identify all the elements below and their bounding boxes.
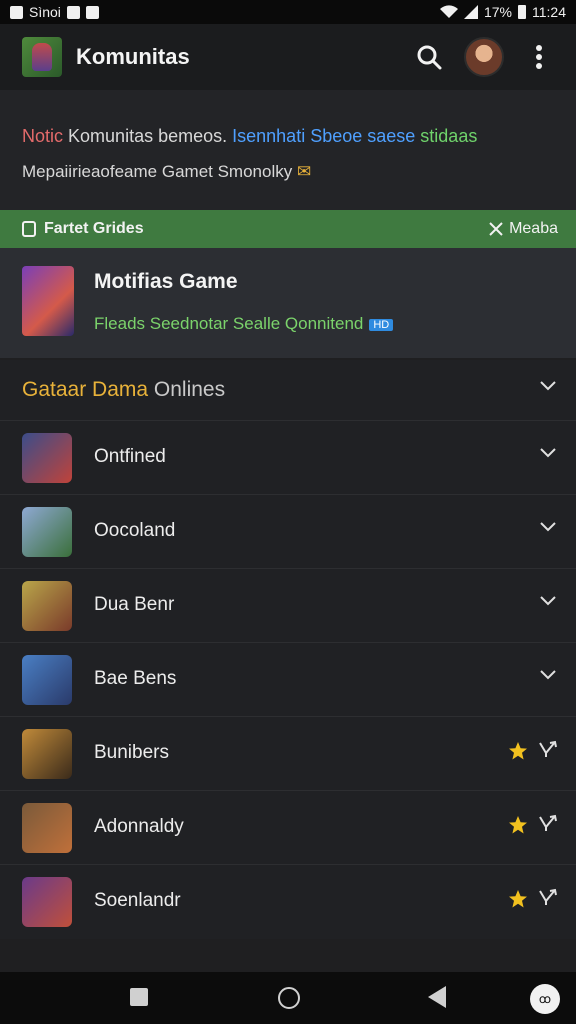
- notice-tag: stidaas: [420, 126, 478, 146]
- more-menu-button[interactable]: [522, 40, 556, 74]
- close-icon: [489, 222, 503, 236]
- game-icon: [22, 655, 72, 705]
- list-item-label: Soenlandr: [94, 890, 181, 911]
- share-icon[interactable]: [538, 739, 558, 759]
- chevron-down-icon[interactable]: [538, 443, 558, 463]
- list-item[interactable]: Oocoland: [0, 494, 576, 569]
- notice-prefix: Notic: [22, 126, 64, 146]
- chevron-down-icon[interactable]: [538, 517, 558, 537]
- section-header[interactable]: Gataar Dama Onlines: [0, 360, 576, 420]
- clock: 11:24: [532, 4, 566, 20]
- recent-apps-button[interactable]: [130, 988, 148, 1006]
- chevron-down-icon[interactable]: [538, 591, 558, 611]
- status-bar: Sìnoi 17% 11:24: [0, 0, 576, 24]
- notice-link[interactable]: Isennhati Sbeoe saese: [232, 126, 415, 146]
- chevron-down-icon[interactable]: [538, 665, 558, 685]
- community-notice: Notic Komunitas bemeos. Isennhati Sbeoe …: [0, 90, 576, 210]
- featured-game-title: Motifias Game: [94, 270, 238, 293]
- app-bar: Komunitas: [0, 24, 576, 90]
- list-item[interactable]: Adonnaldy: [0, 790, 576, 865]
- guides-bar[interactable]: Fartet Grides Meaba: [0, 210, 576, 248]
- emoji-icon: ✉: [296, 162, 312, 181]
- list-item-label: Dua Benr: [94, 594, 175, 615]
- signal-icon: [463, 5, 478, 19]
- list-item-label: Bunibers: [94, 742, 169, 763]
- game-icon: [22, 507, 72, 557]
- wifi-icon: [439, 5, 458, 19]
- carrier-text: Sìnoi: [29, 4, 61, 20]
- search-button[interactable]: [412, 40, 446, 74]
- section-title-main: Gataar Dama: [22, 378, 149, 401]
- bookmark-icon: [22, 221, 36, 237]
- list-item[interactable]: Bunibers: [0, 716, 576, 791]
- guides-label: Fartet Grides: [44, 220, 144, 237]
- featured-game-badge: HD: [369, 318, 394, 331]
- notice-line-2-text: Mepaiirieaofeame Gamet Smonolky: [22, 162, 293, 181]
- page-title: Komunitas: [76, 44, 190, 69]
- chevron-down-icon[interactable]: [538, 376, 558, 396]
- assistant-bubble[interactable]: ꝏ: [530, 984, 560, 1014]
- list-item[interactable]: Bae Bens: [0, 642, 576, 717]
- section-title: Gataar Dama Onlines: [22, 378, 225, 402]
- game-icon: [22, 433, 72, 483]
- section-title-sub: Onlines: [153, 378, 226, 401]
- back-button[interactable]: [428, 986, 446, 1008]
- guides-action-label[interactable]: Meaba: [509, 220, 558, 238]
- featured-game-thumbnail: [22, 266, 74, 336]
- star-icon[interactable]: [508, 889, 528, 909]
- list-item[interactable]: Soenlandr: [0, 864, 576, 939]
- more-vert-icon: [536, 45, 542, 69]
- star-icon[interactable]: [508, 741, 528, 761]
- app-logo[interactable]: [22, 37, 62, 77]
- notice-line-2: Mepaiirieaofeame Gamet Smonolky ✉: [22, 162, 311, 182]
- share-icon[interactable]: [538, 887, 558, 907]
- search-icon: [417, 45, 442, 70]
- share-icon[interactable]: [538, 813, 558, 833]
- list-item[interactable]: Ontfined: [0, 420, 576, 495]
- list-item-label: Ontfined: [94, 446, 166, 467]
- featured-game-subtitle: Fleads Seednotar Sealle Qonnitend HD: [94, 314, 394, 334]
- list-item-label: Oocoland: [94, 520, 176, 541]
- list-item[interactable]: Dua Benr: [0, 568, 576, 643]
- notification-icon: [66, 5, 80, 19]
- game-icon: [22, 581, 72, 631]
- notification-icon: [85, 5, 99, 19]
- system-nav-bar: ꝏ: [0, 972, 576, 1024]
- game-icon: [22, 729, 72, 779]
- list-item-label: Adonnaldy: [94, 816, 184, 837]
- battery-percent: 17%: [483, 4, 512, 20]
- featured-game[interactable]: Motifias Game Fleads Seednotar Sealle Qo…: [0, 248, 576, 358]
- game-icon: [22, 803, 72, 853]
- home-button[interactable]: [278, 987, 300, 1009]
- star-icon[interactable]: [508, 815, 528, 835]
- notice-line-1: Notic Komunitas bemeos. Isennhati Sbeoe …: [22, 126, 477, 147]
- notice-text: Komunitas bemeos.: [68, 126, 228, 146]
- avatar[interactable]: [464, 37, 504, 77]
- game-icon: [22, 877, 72, 927]
- list-item-label: Bae Bens: [94, 668, 177, 689]
- notification-icon: [10, 5, 23, 19]
- battery-icon: [518, 5, 526, 19]
- featured-game-subtitle-text: Fleads Seednotar Sealle Qonnitend: [94, 314, 364, 333]
